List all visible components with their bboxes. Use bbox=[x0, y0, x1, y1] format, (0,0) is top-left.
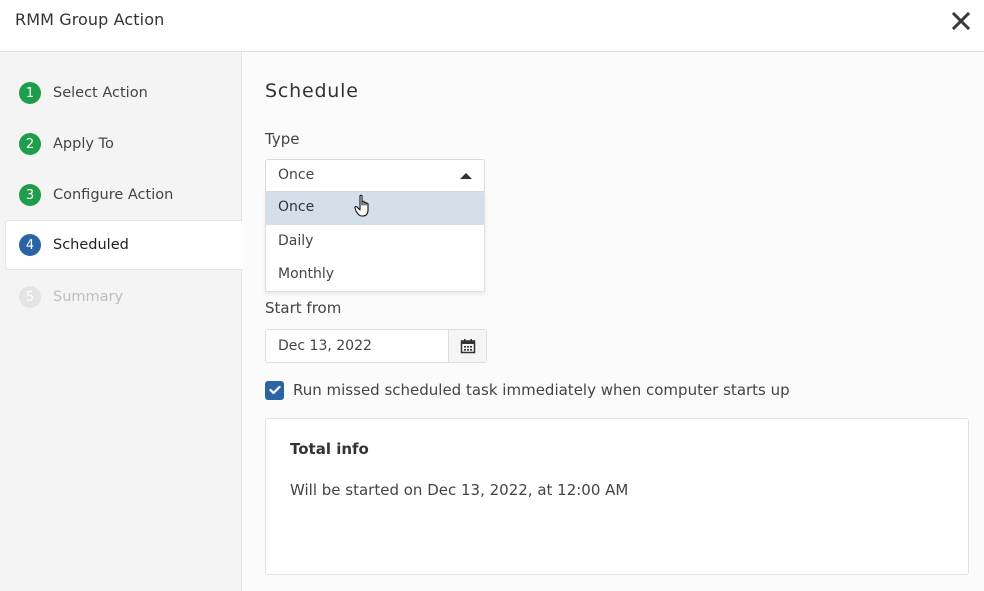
checkmark-icon bbox=[268, 385, 281, 395]
step-number-badge: 3 bbox=[19, 184, 41, 206]
dropdown-option-daily[interactable]: Daily bbox=[266, 226, 484, 259]
caret-up-icon bbox=[460, 173, 472, 179]
type-dropdown-menu: Once Daily Monthly bbox=[265, 192, 485, 292]
type-select-value: Once bbox=[278, 167, 315, 183]
step-number-badge: 2 bbox=[19, 133, 41, 155]
section-title: Schedule bbox=[265, 80, 359, 102]
step-configure-action[interactable]: 3 Configure Action bbox=[5, 170, 243, 220]
step-number-badge: 4 bbox=[19, 234, 41, 256]
run-missed-task-option: Run missed scheduled task immediately wh… bbox=[265, 379, 790, 401]
close-icon bbox=[952, 12, 970, 30]
step-scheduled[interactable]: 4 Scheduled bbox=[5, 220, 243, 270]
dialog-title: RMM Group Action bbox=[15, 10, 165, 29]
step-label: Configure Action bbox=[53, 187, 174, 203]
total-info-title: Total info bbox=[290, 440, 369, 458]
step-label: Apply To bbox=[53, 136, 114, 152]
calendar-icon bbox=[460, 339, 475, 354]
step-number-badge: 1 bbox=[19, 82, 41, 104]
type-select[interactable]: Once bbox=[265, 159, 485, 192]
wizard-steps-sidebar: 1 Select Action 2 Apply To 3 Configure A… bbox=[0, 52, 243, 591]
step-select-action[interactable]: 1 Select Action bbox=[5, 68, 243, 118]
type-label: Type bbox=[265, 130, 300, 148]
date-picker-button[interactable] bbox=[448, 330, 486, 362]
dropdown-option-monthly[interactable]: Monthly bbox=[266, 259, 484, 292]
step-label: Summary bbox=[53, 289, 124, 305]
total-info-text: Will be started on Dec 13, 2022, at 12:0… bbox=[290, 481, 629, 499]
option-label: Monthly bbox=[278, 266, 335, 282]
option-label: Daily bbox=[278, 233, 314, 249]
option-label: Once bbox=[278, 199, 315, 215]
run-missed-task-label[interactable]: Run missed scheduled task immediately wh… bbox=[293, 381, 790, 399]
step-apply-to[interactable]: 2 Apply To bbox=[5, 119, 243, 169]
run-missed-task-checkbox[interactable] bbox=[265, 380, 284, 400]
main-content: Schedule Type Once Once Daily Monthly St… bbox=[243, 52, 984, 591]
close-button[interactable] bbox=[948, 8, 974, 34]
dropdown-option-once[interactable]: Once bbox=[266, 192, 484, 225]
start-date-value: Dec 13, 2022 bbox=[278, 338, 372, 354]
start-date-input[interactable]: Dec 13, 2022 bbox=[265, 329, 487, 363]
step-summary: 5 Summary bbox=[5, 272, 243, 322]
total-info-panel: Total info Will be started on Dec 13, 20… bbox=[265, 418, 969, 575]
step-label: Scheduled bbox=[53, 237, 129, 253]
step-number-badge: 5 bbox=[19, 286, 41, 308]
step-label: Select Action bbox=[53, 85, 148, 101]
dialog-header: RMM Group Action bbox=[0, 0, 984, 52]
start-from-label: Start from bbox=[265, 299, 342, 317]
